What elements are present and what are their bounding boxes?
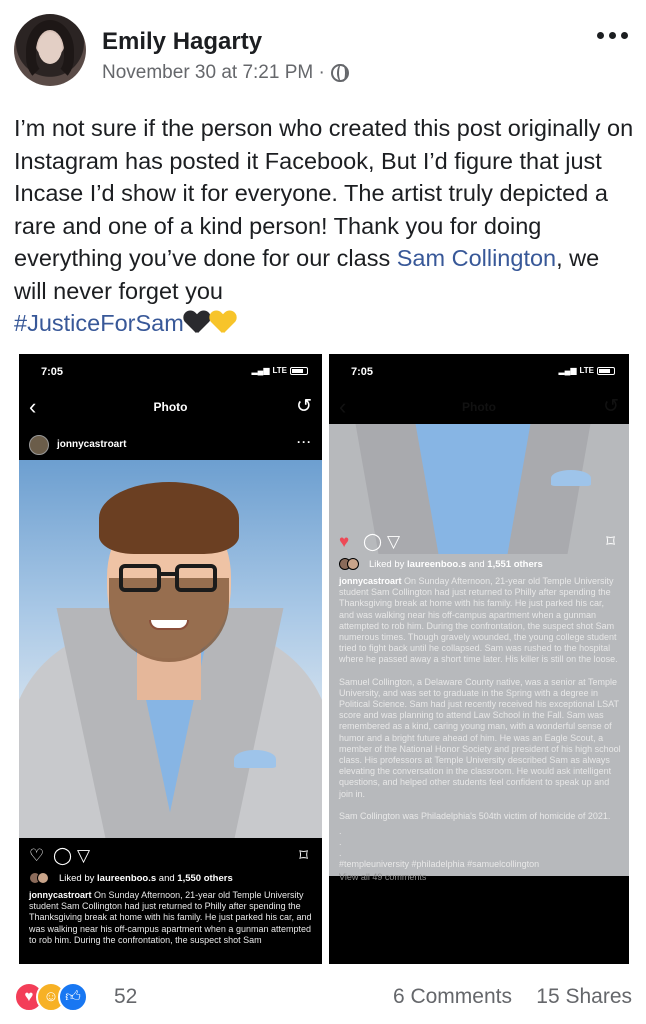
ig-action-bar: ♡ ◯ ▽ ⌑ [19,844,322,870]
caption-paragraph-3: Sam Collington was Philadelphia's 504th … [339,810,611,821]
portrait-artwork [19,460,322,838]
comment-icon[interactable]: ◯ [363,532,382,552]
liker-avatars [29,872,55,884]
mention-link[interactable]: Sam Collington [397,245,556,271]
post-header: Emily Hagarty November 30 at 7:21 PM · [14,14,632,90]
share-icon[interactable]: ▽ [77,846,90,866]
photo-title: Photo [462,400,496,414]
likes-mid: and [156,873,178,884]
refresh-icon[interactable]: ↺ [603,395,619,418]
caption-dot: . [339,837,342,848]
ig-caption: jonnycastroart On Sunday Afternoon, 21-y… [29,890,314,946]
signal-indicator: ▂▄▆ LTE [559,366,615,375]
heart-filled-icon[interactable]: ♥ [339,532,349,552]
battery-icon [597,366,615,375]
post-timestamp[interactable]: November 30 at 7:21 PM · [102,62,325,84]
heart-outline-icon[interactable]: ♡ [29,846,44,866]
post-footer: ♥ ☺ 👍︎ 52 6 Comments 15 Shares [14,980,632,1016]
ig-more-icon[interactable]: ··· [297,435,312,449]
comment-icon[interactable]: ◯ [53,846,72,866]
status-bar: 7:05 ▂▄▆ LTE [19,354,322,384]
likes-count[interactable]: 1,550 others [177,873,232,884]
liker-avatars [339,558,365,570]
likes-user[interactable]: laureenboo.s [97,873,156,884]
comments-count[interactable]: 6 Comments [393,985,512,1009]
photo-right[interactable]: 7:05 ▂▄▆ LTE ‹ Photo ↺ ♥ ◯ ▽ ⌑ Liked by … [329,354,629,964]
caption-hashtags[interactable]: #templeuniversity #philadelphia #samuelc… [339,859,539,869]
photo-navbar: ‹ Photo ↺ [329,392,629,424]
refresh-icon[interactable]: ↺ [296,395,312,418]
caption-paragraph-1: On Sunday Afternoon, 21-year old Temple … [339,576,618,665]
bookmark-icon[interactable]: ⌑ [299,846,308,866]
likes-mid: and [466,559,488,570]
photo-left[interactable]: 7:05 ▂▄▆ LTE ‹ Photo ↺ jonnycastroart ··… [19,354,322,964]
globe-icon [330,64,349,82]
author-name[interactable]: Emily Hagarty [102,28,262,56]
more-options-button[interactable] [597,32,628,39]
ig-user-avatar[interactable] [29,435,49,455]
view-all-comments-link[interactable]: View all 49 comments [339,872,621,883]
likes-count[interactable]: 1,551 others [487,559,542,570]
bookmark-icon[interactable]: ⌑ [606,532,615,552]
caption-dot: . [339,826,342,837]
status-time: 7:05 [351,366,374,378]
reaction-icons[interactable]: ♥ ☺ 👍︎ [14,982,106,1012]
ig-user-row: jonnycastroart ··· [19,430,322,460]
caption-panel [329,876,629,964]
status-time: 7:05 [41,366,64,378]
black-heart-icon [184,311,210,335]
caption-paragraph-2: Samuel Collington, a Delaware County nat… [339,676,621,799]
photo-navbar: ‹ Photo ↺ [19,392,322,424]
ig-caption: jonnycastroart On Sunday Afternoon, 21-y… [339,576,621,883]
signal-indicator: ▂▄▆ LTE [252,366,308,375]
caption-dot: . [339,848,342,859]
shares-count[interactable]: 15 Shares [536,985,632,1009]
likes-user[interactable]: laureenboo.s [407,559,466,570]
post-meta: November 30 at 7:21 PM · [102,62,349,84]
reaction-count[interactable]: 52 [114,985,137,1009]
hashtag-link[interactable]: #JusticeForSam [14,310,184,336]
likes-row: Liked by laureenboo.s and 1,550 others [19,870,322,888]
ig-action-bar: ♥ ◯ ▽ ⌑ [329,530,629,556]
share-icon[interactable]: ▽ [387,532,400,552]
likes-prefix: Liked by [369,559,408,570]
caption-handle[interactable]: jonnycastroart [29,890,92,900]
photo-title: Photo [153,400,188,414]
author-avatar[interactable] [14,14,86,86]
like-reaction-icon: 👍︎ [58,982,88,1012]
yellow-heart-icon [210,311,236,335]
likes-row: Liked by laureenboo.s and 1,551 others [329,556,629,574]
battery-icon [290,366,308,375]
likes-prefix: Liked by [59,873,98,884]
status-bar: 7:05 ▂▄▆ LTE [329,354,629,384]
ig-username[interactable]: jonnycastroart [57,439,126,450]
caption-handle[interactable]: jonnycastroart [339,576,402,586]
post-text: I’m not sure if the person who created t… [14,112,634,340]
